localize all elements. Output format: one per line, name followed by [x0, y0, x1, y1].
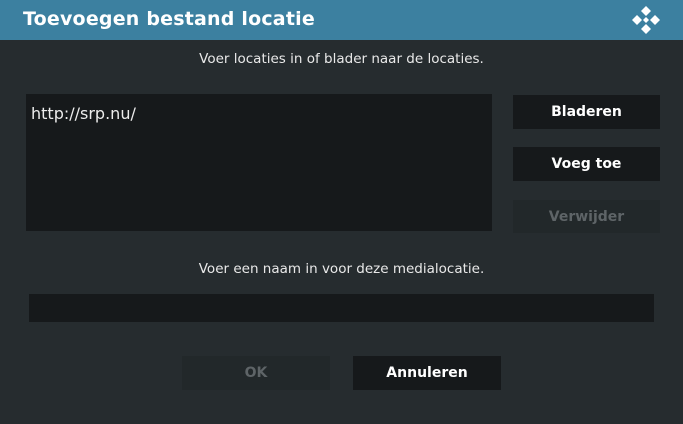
media-location-name-input[interactable]: [29, 294, 654, 322]
ok-button[interactable]: OK: [182, 356, 330, 390]
locations-instruction: Voer locaties in of blader naar de locat…: [199, 51, 484, 67]
name-instruction: Voer een naam in voor deze medialocatie.: [198, 261, 485, 277]
remove-button[interactable]: Verwijder: [513, 200, 660, 233]
add-button[interactable]: Voeg toe: [513, 147, 660, 181]
locations-list[interactable]: http://srp.nu/: [26, 94, 492, 231]
kodi-logo-icon: [632, 6, 660, 34]
dialog-title: Toevoegen bestand locatie: [23, 8, 315, 30]
browse-button[interactable]: Bladeren: [513, 95, 660, 129]
cancel-button[interactable]: Annuleren: [353, 356, 501, 390]
location-item[interactable]: http://srp.nu/: [31, 104, 136, 123]
dialog-header: Toevoegen bestand locatie: [0, 0, 683, 40]
